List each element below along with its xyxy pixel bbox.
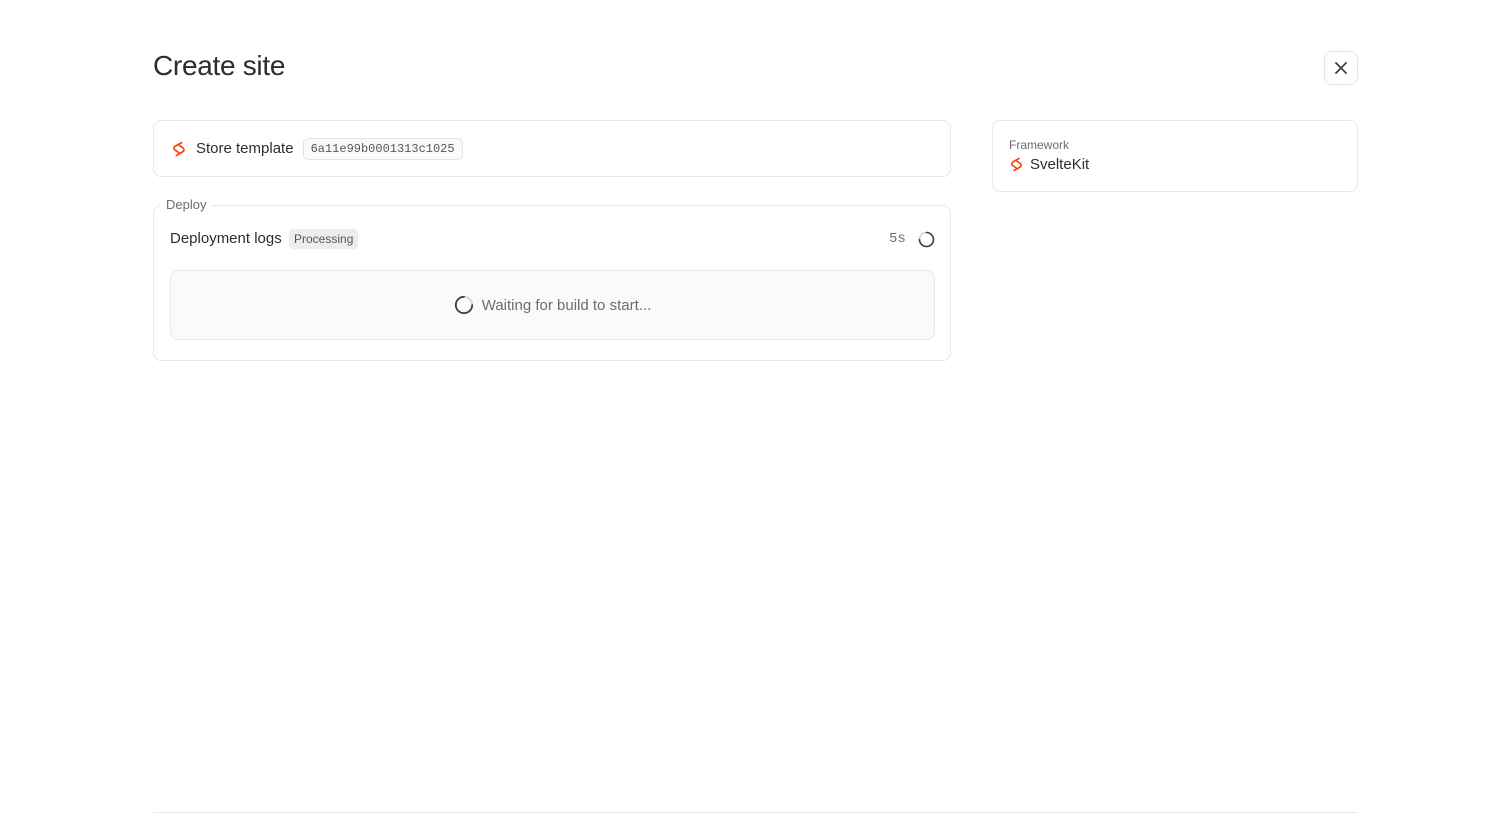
footer-divider — [153, 812, 1358, 813]
close-button[interactable] — [1324, 51, 1358, 85]
template-name: Store template — [196, 140, 294, 157]
deployment-logs-title: Deployment logs — [170, 230, 282, 247]
framework-label: Framework — [1009, 138, 1070, 152]
framework-name: SvelteKit — [1030, 156, 1090, 173]
loading-spinner-icon — [454, 295, 474, 315]
waiting-message: Waiting for build to start... — [481, 296, 652, 314]
close-icon — [1333, 60, 1349, 76]
template-id-badge: 6a11e99b0001313c1025 — [302, 137, 463, 160]
svelte-logo-icon — [171, 141, 187, 157]
deploy-legend: Deploy — [160, 197, 213, 212]
spinner-icon — [918, 231, 935, 248]
create-site-page: Create site Store template 6a11e99b00013… — [0, 0, 1512, 814]
page-title: Create site — [153, 50, 286, 81]
framework-card: Framework SvelteKit — [992, 120, 1358, 192]
elapsed-time: 5s — [889, 231, 906, 247]
template-card: Store template 6a11e99b0001313c1025 — [153, 120, 951, 177]
framework-value: SvelteKit — [1009, 156, 1357, 173]
svelte-logo-icon — [1009, 157, 1024, 172]
status-badge: Processing — [289, 229, 359, 249]
deployment-logs-panel: Waiting for build to start... — [170, 270, 935, 340]
